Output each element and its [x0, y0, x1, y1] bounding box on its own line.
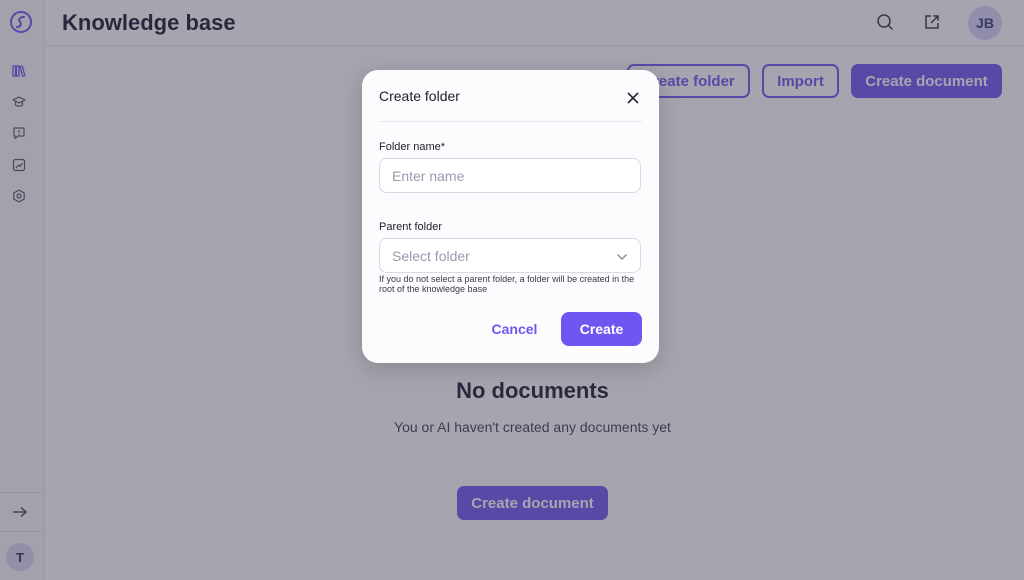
chevron-down-icon: [616, 248, 628, 264]
folder-name-input[interactable]: [379, 158, 641, 193]
create-folder-modal: Create folder Folder name* Parent folder…: [362, 70, 659, 363]
parent-folder-hint: If you do not select a parent folder, a …: [379, 274, 635, 294]
parent-folder-select[interactable]: Select folder: [379, 238, 641, 273]
cancel-button[interactable]: Cancel: [483, 313, 546, 345]
parent-folder-select-placeholder: Select folder: [392, 247, 470, 264]
create-button[interactable]: Create: [561, 312, 642, 346]
parent-folder-label: Parent folder: [379, 221, 442, 233]
close-icon[interactable]: [625, 90, 641, 106]
modal-title: Create folder: [379, 88, 460, 104]
folder-name-label: Folder name*: [379, 141, 446, 153]
modal-divider: [379, 121, 642, 122]
